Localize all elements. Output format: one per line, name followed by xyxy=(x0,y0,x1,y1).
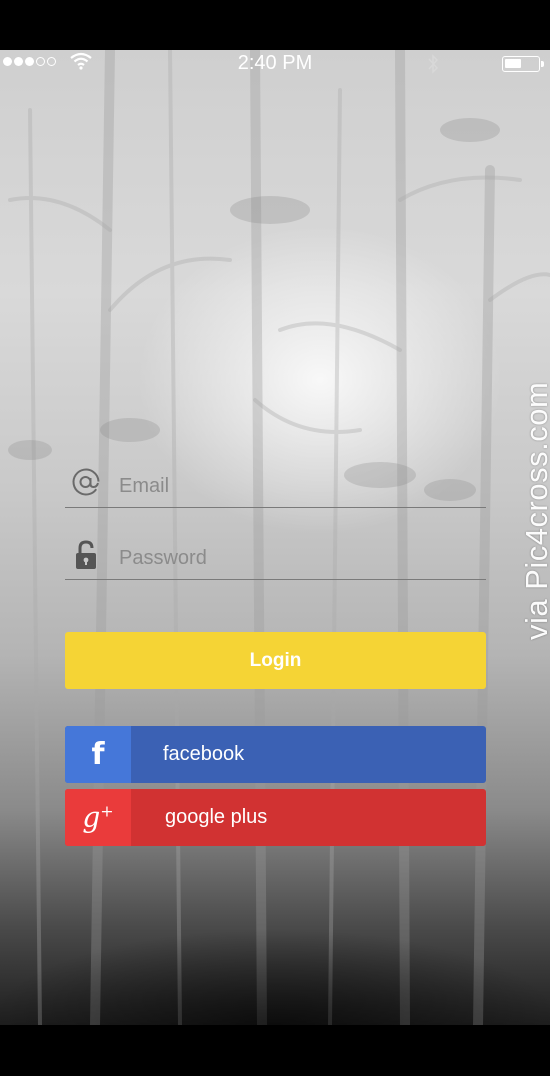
password-input[interactable] xyxy=(117,543,481,573)
status-time: 2:40 PM xyxy=(237,52,313,74)
status-bar: 2:40 PM xyxy=(0,50,550,78)
email-field[interactable] xyxy=(65,463,486,508)
battery-icon xyxy=(502,56,540,72)
at-icon xyxy=(71,467,101,502)
facebook-label: facebook xyxy=(163,743,245,765)
lock-icon xyxy=(71,539,101,576)
battery-cap xyxy=(541,61,544,67)
password-field[interactable] xyxy=(65,535,486,580)
battery-level xyxy=(505,59,521,68)
google-plus-login-button[interactable]: g+ google plus xyxy=(65,789,486,846)
email-input[interactable] xyxy=(117,471,481,501)
google-plus-label: google plus xyxy=(165,806,268,828)
bluetooth-icon xyxy=(428,54,439,74)
phone-frame: 2:40 PM Login xyxy=(0,0,550,1076)
facebook-login-button[interactable]: f facebook xyxy=(65,726,486,783)
google-plus-icon: g+ xyxy=(65,789,131,846)
login-button[interactable]: Login xyxy=(65,632,486,689)
facebook-icon: f xyxy=(65,726,131,783)
watermark-text: via Pic4cross.com xyxy=(519,381,550,640)
